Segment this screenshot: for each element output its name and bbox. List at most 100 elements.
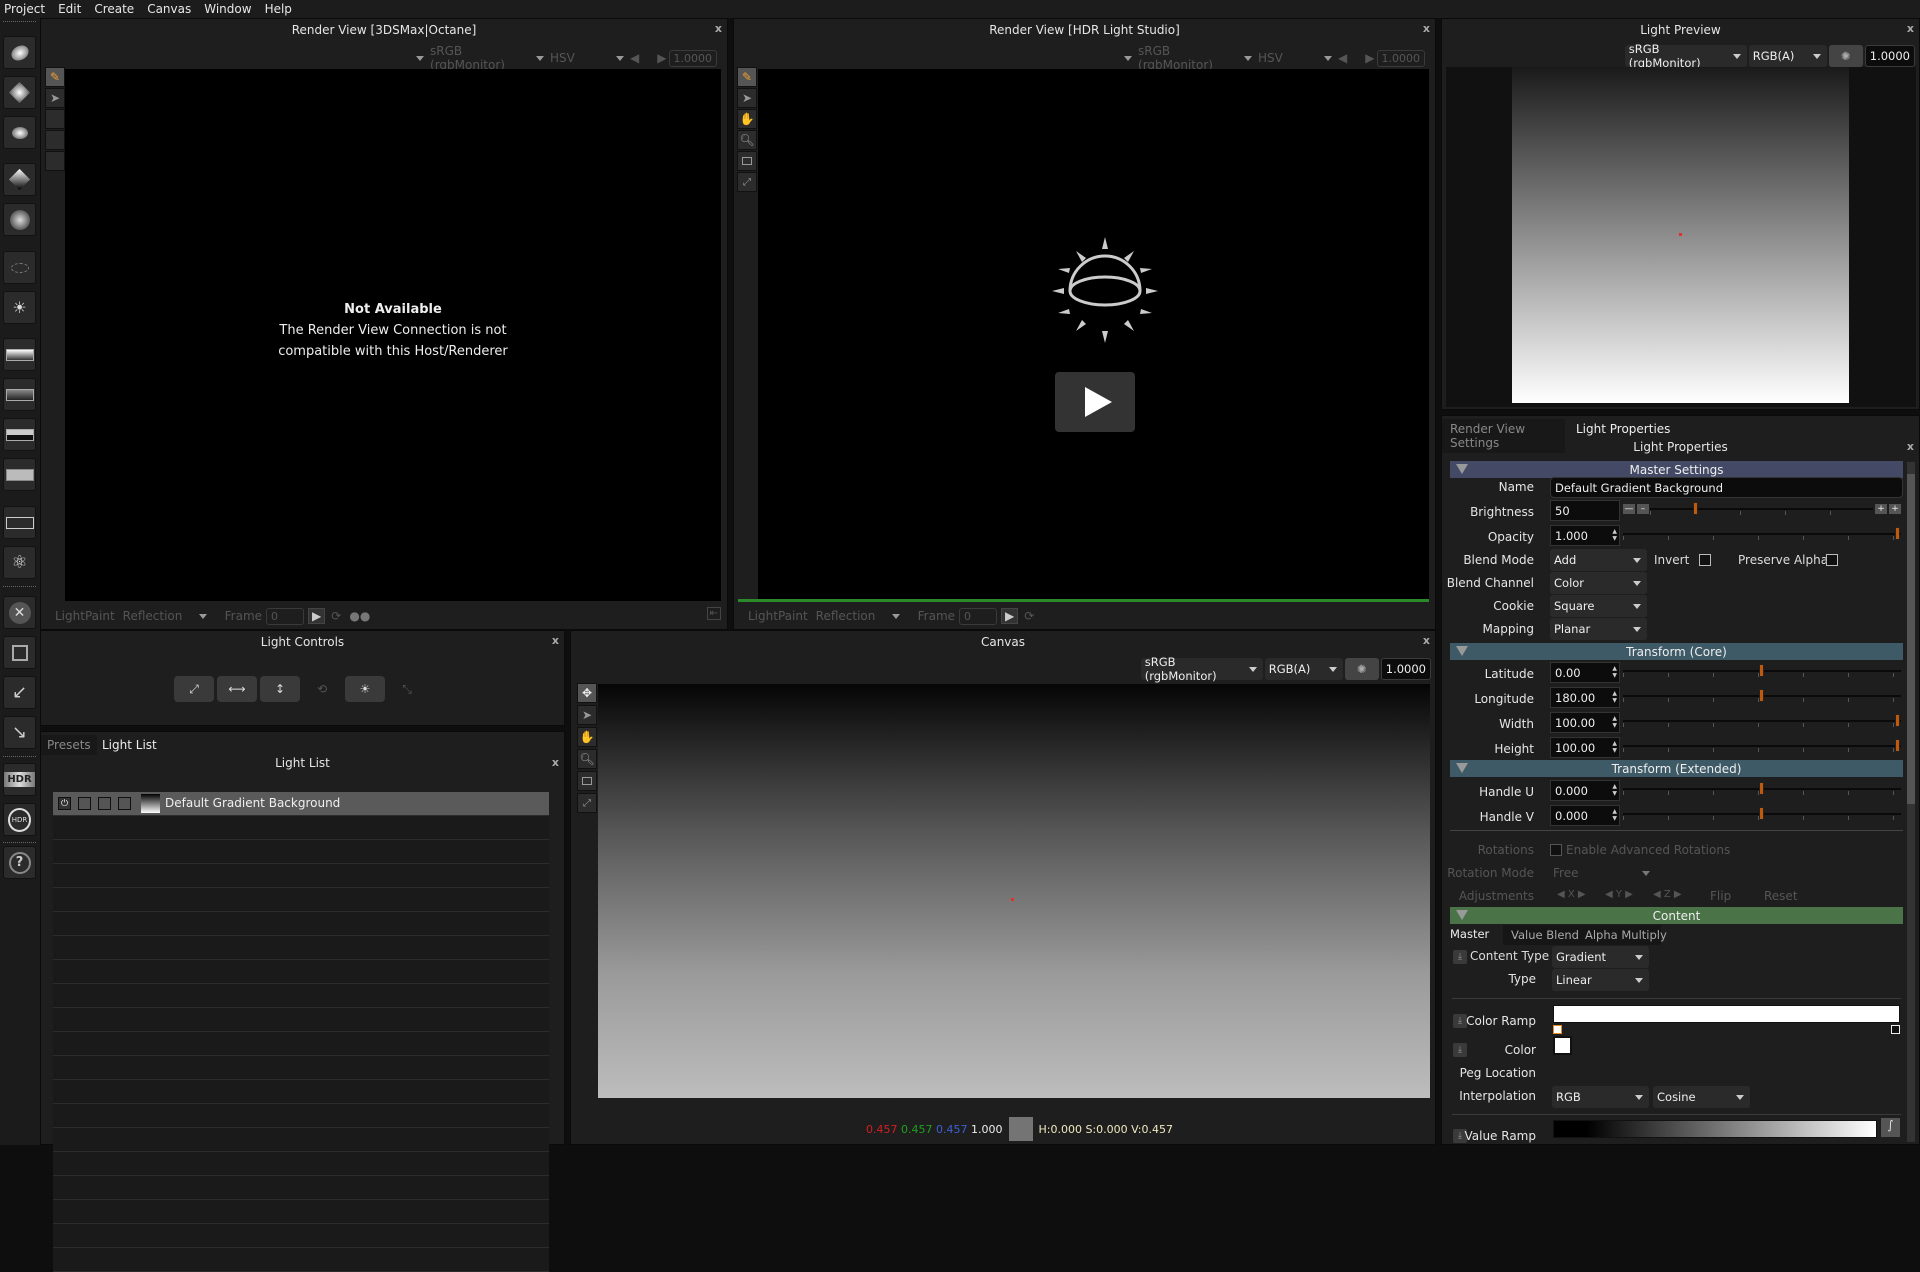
select-toggle-icon[interactable] <box>98 797 111 810</box>
tab-presets[interactable]: Presets <box>41 735 97 755</box>
height-slider[interactable] <box>1623 739 1901 753</box>
stereo-icon[interactable]: ●● <box>349 609 370 623</box>
redo-button[interactable]: ↘ <box>3 716 36 749</box>
color-ramp-peg-end[interactable] <box>1891 1025 1900 1034</box>
content-tab-alpha-multiply[interactable]: Alpha Multiply <box>1585 928 1667 942</box>
blend-mode-select[interactable]: Add <box>1550 549 1647 571</box>
blend-channel-select[interactable]: Color <box>1550 572 1647 594</box>
add-spot-light-button[interactable] <box>3 116 36 149</box>
zoom-tool[interactable]: 🔍︎ <box>577 749 597 769</box>
slider-handle[interactable] <box>1693 502 1699 515</box>
width-field[interactable]: 100.00 ▲ ▼ <box>1550 712 1620 733</box>
color-ramp-peg-start[interactable] <box>1553 1025 1562 1034</box>
opacity-slider[interactable] <box>1623 527 1901 541</box>
menu-canvas[interactable]: Canvas <box>143 2 200 16</box>
close-icon[interactable]: x <box>1907 440 1914 453</box>
menu-help[interactable]: Help <box>261 2 301 16</box>
light-list-item[interactable]: ⏻ Default Gradient Background <box>53 792 549 816</box>
spinner-icon[interactable]: ▲ ▼ <box>1612 740 1617 754</box>
section-content[interactable]: Content <box>1450 907 1903 924</box>
light-handle-marker[interactable] <box>1679 233 1682 236</box>
spinner-icon[interactable]: ▲ ▼ <box>1612 783 1617 797</box>
spinner-icon[interactable]: ▲ ▼ <box>1612 665 1617 679</box>
colorspace-select[interactable]: sRGB (rgbMonitor) <box>1140 655 1263 683</box>
exposure-down-icon[interactable]: ◀ <box>630 51 639 65</box>
width-slider[interactable] <box>1623 714 1901 728</box>
height-control[interactable]: ↕ <box>260 676 300 702</box>
menu-project[interactable]: Project <box>0 2 54 16</box>
slider-handle[interactable] <box>1895 714 1900 727</box>
close-icon[interactable]: x <box>715 22 722 35</box>
colorspace-select[interactable]: sRGB (rgbMonitor) <box>430 44 530 72</box>
color-ramp[interactable] <box>1553 1005 1900 1023</box>
toolbar-grip[interactable] <box>3 756 36 759</box>
adjust-z-control[interactable]: ◀ Z ▶ <box>1653 889 1682 900</box>
play-button[interactable]: ▶ <box>1001 608 1019 624</box>
handle-u-slider[interactable] <box>1623 782 1901 796</box>
height-field[interactable]: 100.00 ▲ ▼ <box>1550 737 1620 758</box>
preset-sky-button[interactable] <box>3 418 36 451</box>
toolbar-grip[interactable] <box>3 842 36 845</box>
mapping-select[interactable]: Planar <box>1550 618 1647 640</box>
preset-hdri-button[interactable] <box>3 378 36 411</box>
colorspace-select[interactable]: sRGB (rgbMonitor) <box>1624 42 1747 70</box>
rotate-control[interactable]: ⟲ <box>305 676 339 702</box>
close-icon[interactable]: x <box>1423 22 1430 35</box>
adjust-x-control[interactable]: ◀ X ▶ <box>1557 889 1586 900</box>
paint-target-select[interactable]: Reflection <box>816 609 886 623</box>
slider-handle[interactable] <box>1759 664 1764 677</box>
spinner-icon[interactable]: ▲ ▼ <box>1612 690 1617 704</box>
select-tool[interactable]: ➤ <box>45 88 65 108</box>
paint-tool[interactable]: ✎ <box>45 67 65 87</box>
value-ramp[interactable] <box>1553 1120 1877 1138</box>
rotation-mode-select[interactable]: Free <box>1553 866 1643 880</box>
start-render-button[interactable] <box>1055 372 1135 432</box>
zoom-region-tool[interactable] <box>737 151 757 171</box>
add-area-light-button[interactable] <box>3 36 36 69</box>
preset-gradient-button[interactable] <box>3 338 36 371</box>
add-sun-light-button[interactable]: ☀ <box>3 291 36 324</box>
enable-advanced-rotations-checkbox[interactable] <box>1550 844 1562 856</box>
solo-toggle-icon[interactable] <box>78 797 91 810</box>
refresh-icon[interactable]: ⟳ <box>1024 609 1034 623</box>
section-master-settings[interactable]: Master Settings <box>1450 461 1903 478</box>
preserve-alpha-checkbox[interactable] <box>1826 554 1838 566</box>
zoom-fit-tool[interactable]: ⤢ <box>577 793 597 813</box>
exposure-up-icon[interactable]: ▶ <box>1365 51 1374 65</box>
exposure-button[interactable]: ✺ <box>1344 658 1379 680</box>
atom-light-button[interactable]: ⚛ <box>3 546 36 579</box>
section-transform-extended[interactable]: Transform (Extended) <box>1450 760 1903 777</box>
close-icon[interactable]: x <box>552 634 559 647</box>
brightness-increase-big[interactable]: + <box>1889 504 1901 514</box>
channel-select[interactable]: RGB(A) <box>1748 45 1827 67</box>
exposure-field[interactable]: 1.0000 <box>668 49 717 67</box>
exposure-button[interactable]: ✺ <box>1828 45 1863 67</box>
move-tool[interactable]: ✥ <box>577 683 597 703</box>
tab-light-properties[interactable]: Light Properties <box>1572 419 1674 439</box>
brightness-control[interactable]: ☀ <box>345 676 385 702</box>
color-swatch[interactable] <box>1553 1036 1572 1055</box>
add-rect-light-button[interactable] <box>3 76 36 109</box>
toolbar-grip[interactable] <box>3 21 36 24</box>
tool-slot[interactable] <box>45 109 65 129</box>
select-tool[interactable]: ➤ <box>737 88 757 108</box>
visibility-toggle-icon[interactable]: ⏻ <box>58 797 71 810</box>
zoom-tool[interactable]: 🔍︎ <box>737 130 757 150</box>
hdr-export-button[interactable]: HDR <box>3 763 36 796</box>
slider-handle[interactable] <box>1759 689 1764 702</box>
stretch-control[interactable]: ⤡ <box>390 676 424 702</box>
paint-target-select[interactable]: Reflection <box>123 609 193 623</box>
add-lightpaint-button[interactable] <box>3 251 36 284</box>
close-icon[interactable]: x <box>1423 634 1430 647</box>
handle-v-field[interactable]: 0.000 ▲ ▼ <box>1550 805 1620 826</box>
lock-toggle-icon[interactable] <box>118 797 131 810</box>
exposure-field[interactable]: 1.0000 <box>1864 45 1915 67</box>
section-transform-core[interactable]: Transform (Core) <box>1450 643 1903 660</box>
exposure-field[interactable]: 1.0000 <box>1380 658 1431 680</box>
reset-button[interactable]: Reset <box>1764 889 1798 903</box>
select-tool[interactable]: ➤ <box>577 705 597 725</box>
handle-v-slider[interactable] <box>1623 807 1901 821</box>
render-viewport[interactable]: Not Available The Render View Connection… <box>65 69 721 601</box>
width-control[interactable]: ⟷ <box>217 676 257 702</box>
brightness-decrease-big[interactable]: — <box>1623 504 1635 514</box>
